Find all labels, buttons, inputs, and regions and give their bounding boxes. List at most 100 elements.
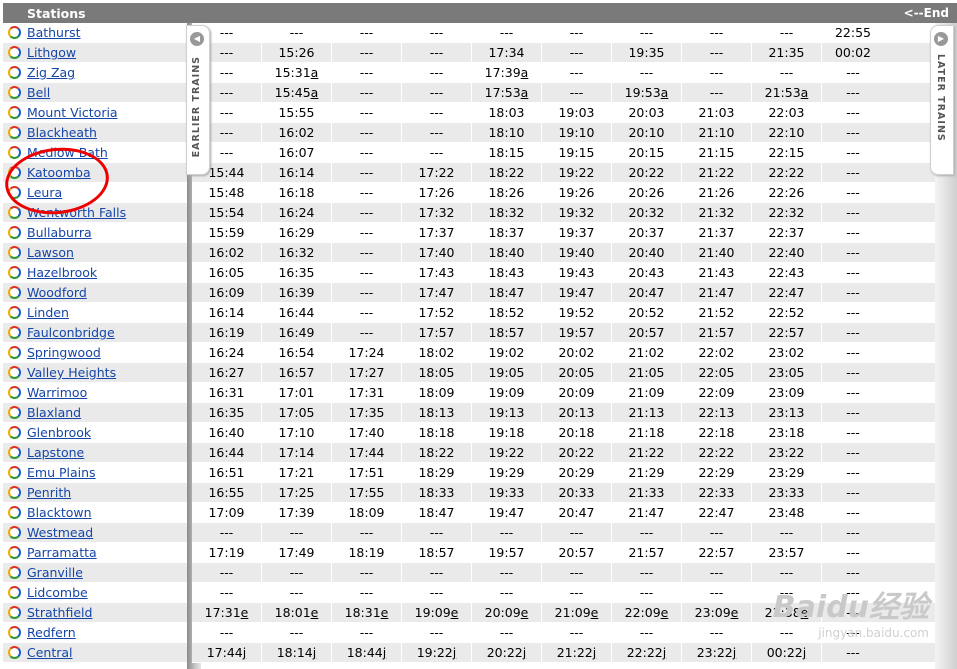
station-info-icon[interactable] — [8, 546, 21, 559]
station-info-icon[interactable] — [8, 146, 21, 159]
station-link[interactable]: Parramatta — [27, 545, 97, 560]
time-cell: --- — [472, 623, 542, 642]
station-info-icon[interactable] — [8, 646, 21, 659]
time-cell: 19:22j — [402, 643, 472, 662]
time-cell: 21:09e — [542, 603, 612, 622]
station-link[interactable]: Blaxland — [27, 405, 81, 420]
station-link[interactable]: Lithgow — [27, 45, 76, 60]
station-info-icon[interactable] — [8, 286, 21, 299]
time-cell: --- — [846, 305, 860, 320]
station-link[interactable]: Warrimoo — [27, 385, 87, 400]
station-info-icon[interactable] — [8, 266, 21, 279]
time-cell: --- — [332, 243, 402, 262]
station-link[interactable]: Springwood — [27, 345, 101, 360]
station-link[interactable]: Lidcombe — [27, 585, 88, 600]
station-info-icon[interactable] — [8, 606, 21, 619]
time-cell: --- — [846, 545, 860, 560]
station-info-icon[interactable] — [8, 106, 21, 119]
time-cell: 23:09e — [682, 603, 752, 622]
time-cell: 16:55 — [192, 483, 262, 502]
time-cell: 15:59 — [192, 223, 262, 242]
time-cell: 22:09 — [682, 383, 752, 402]
station-link[interactable]: Strathfield — [27, 605, 92, 620]
station-link[interactable]: Penrith — [27, 485, 71, 500]
time-cell: --- — [846, 225, 860, 240]
table-row: --- 16:07 --- --- 18:15 19:15 20:15 21:15 22:15-… — [192, 143, 954, 163]
station-link[interactable]: Emu Plains — [27, 465, 96, 480]
station-link[interactable]: Glenbrook — [27, 425, 91, 440]
earlier-trains-label: EARLIER TRAINS — [191, 56, 202, 158]
station-info-icon[interactable] — [8, 446, 21, 459]
station-info-icon[interactable] — [8, 406, 21, 419]
time-cell: 16:29 — [262, 223, 332, 242]
station-link[interactable]: Bullaburra — [27, 225, 92, 240]
later-trains-tab[interactable]: ▶ LATER TRAINS — [930, 25, 954, 175]
station-row: Blaxland — [3, 403, 187, 423]
time-cell: 19:18 — [472, 423, 542, 442]
timetable-header: Stations <--End — [3, 3, 957, 23]
time-cell: --- — [542, 523, 612, 542]
time-cell: --- — [262, 23, 332, 42]
station-info-icon[interactable] — [8, 526, 21, 539]
station-row: Warrimoo — [3, 383, 187, 403]
time-cell: 22:37 — [752, 223, 822, 242]
station-link[interactable]: Granville — [27, 565, 83, 580]
time-cell: --- — [332, 203, 402, 222]
station-row: Mount Victoria — [3, 103, 187, 123]
time-cell: 18:05 — [402, 363, 472, 382]
station-link[interactable]: Blacktown — [27, 505, 92, 520]
station-link[interactable]: Lapstone — [27, 445, 84, 460]
time-cell: 20:15 — [612, 143, 682, 162]
time-cell: 18:19 — [332, 543, 402, 562]
station-link[interactable]: Linden — [27, 305, 69, 320]
station-link[interactable]: Lawson — [27, 245, 74, 260]
time-cell: 17:34 — [472, 43, 542, 62]
time-cell: 16:14 — [262, 163, 332, 182]
station-link[interactable]: Woodford — [27, 285, 87, 300]
station-link[interactable]: Faulconbridge — [27, 325, 115, 340]
station-info-icon[interactable] — [8, 626, 21, 639]
time-cell: 21:43 — [682, 263, 752, 282]
time-cell: 18:57 — [402, 543, 472, 562]
station-link[interactable]: Blackheath — [27, 125, 97, 140]
time-cell: 18:01e — [262, 603, 332, 622]
station-info-icon[interactable] — [8, 486, 21, 499]
station-link[interactable]: Bell — [27, 85, 50, 100]
station-link[interactable]: Bathurst — [27, 25, 81, 40]
station-info-icon[interactable] — [8, 426, 21, 439]
station-info-icon[interactable] — [8, 206, 21, 219]
station-info-icon[interactable] — [8, 66, 21, 79]
time-cell: 17:21 — [262, 463, 332, 482]
station-link[interactable]: Central — [27, 645, 73, 660]
station-info-icon[interactable] — [8, 566, 21, 579]
time-cell: --- — [846, 285, 860, 300]
earlier-trains-tab[interactable]: ◀ EARLIER TRAINS — [186, 25, 210, 175]
station-info-icon[interactable] — [8, 226, 21, 239]
station-link[interactable]: Westmead — [27, 525, 93, 540]
time-cell: --- — [846, 505, 860, 520]
station-info-icon[interactable] — [8, 586, 21, 599]
station-info-icon[interactable] — [8, 386, 21, 399]
time-cell: 23:33 — [752, 483, 822, 502]
station-info-icon[interactable] — [8, 306, 21, 319]
stations-heading: Stations — [27, 6, 86, 21]
station-link[interactable]: Hazelbrook — [27, 265, 97, 280]
station-link[interactable]: Redfern — [27, 625, 76, 640]
station-info-icon[interactable] — [8, 466, 21, 479]
station-info-icon[interactable] — [8, 366, 21, 379]
station-link[interactable]: Valley Heights — [27, 365, 116, 380]
station-info-icon[interactable] — [8, 46, 21, 59]
time-cell: --- — [402, 563, 472, 582]
end-link[interactable]: <--End — [904, 6, 949, 20]
station-info-icon[interactable] — [8, 326, 21, 339]
station-link[interactable]: Zig Zag — [27, 65, 75, 80]
station-info-icon[interactable] — [8, 26, 21, 39]
station-link[interactable]: Mount Victoria — [27, 105, 118, 120]
station-info-icon[interactable] — [8, 346, 21, 359]
station-info-icon[interactable] — [8, 126, 21, 139]
station-info-icon[interactable] — [8, 506, 21, 519]
later-trains-label: LATER TRAINS — [935, 54, 946, 142]
station-info-icon[interactable] — [8, 246, 21, 259]
time-cell: --- — [752, 523, 822, 542]
station-info-icon[interactable] — [8, 86, 21, 99]
